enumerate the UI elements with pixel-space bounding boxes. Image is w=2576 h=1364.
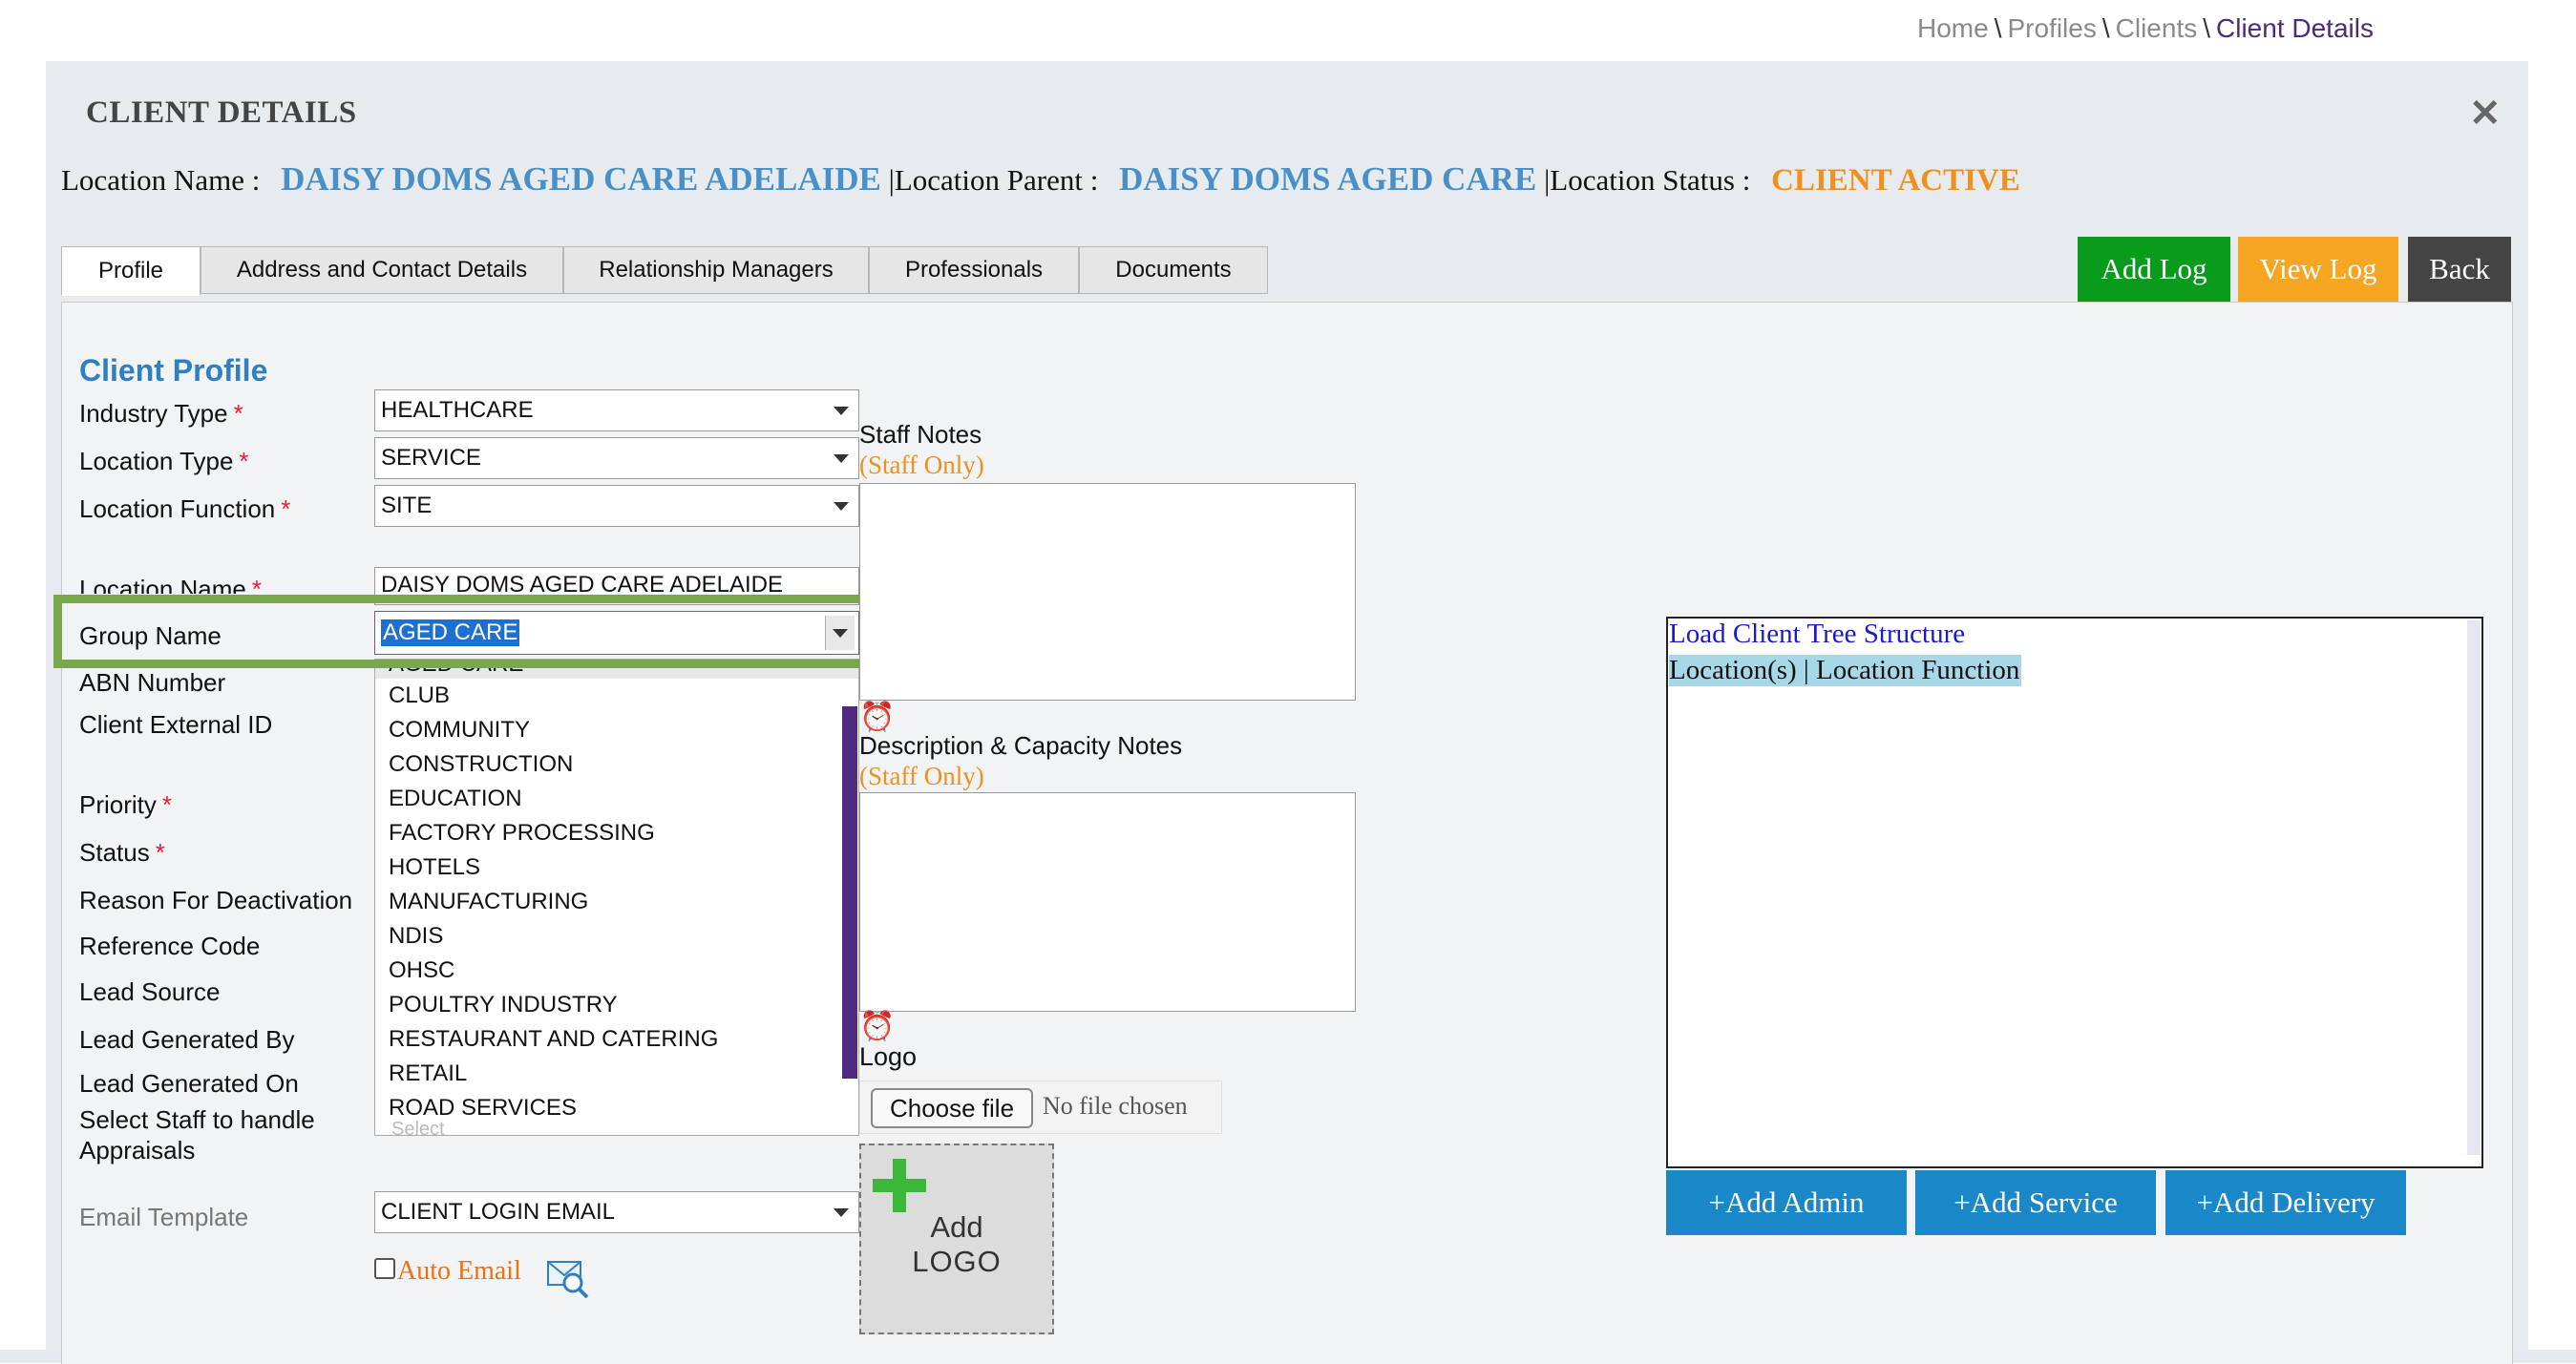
staff-notes-label: Staff Notes bbox=[859, 420, 982, 449]
location-name-value: DAISY DOMS AGED CARE ADELAIDE bbox=[281, 160, 881, 198]
add-logo-box[interactable]: Add LOGO bbox=[859, 1144, 1054, 1334]
breadcrumb-home[interactable]: Home bbox=[1917, 13, 1989, 43]
client-external-id-label: Client External ID bbox=[79, 710, 273, 739]
breadcrumb-clients[interactable]: Clients bbox=[2116, 13, 2198, 43]
dropdown-option[interactable]: HOTELS bbox=[375, 850, 858, 885]
industry-type-select[interactable]: HEALTHCARE bbox=[374, 389, 859, 431]
location-type-label: Location Type * bbox=[79, 447, 249, 475]
load-client-tree-link[interactable]: Load Client Tree Structure bbox=[1669, 619, 1965, 650]
reference-code-label: Reference Code bbox=[79, 932, 261, 960]
reason-for-deactivation-label: Reason For Deactivation bbox=[79, 886, 353, 914]
add-logo-text: Add bbox=[930, 1210, 983, 1244]
email-template-label: Email Template bbox=[79, 1203, 249, 1231]
dropdown-scrollbar[interactable] bbox=[842, 706, 857, 1079]
location-summary: Location Name : DAISY DOMS AGED CARE ADE… bbox=[61, 160, 2020, 199]
breadcrumb: Home \ Profiles \ Clients \ Client Details bbox=[1917, 13, 2374, 44]
breadcrumb-separator: \ bbox=[2203, 13, 2211, 43]
tab-documents[interactable]: Documents bbox=[1079, 246, 1268, 294]
chevron-down-icon bbox=[834, 502, 849, 511]
dropdown-option[interactable]: RESTAURANT AND CATERING bbox=[375, 1022, 858, 1057]
dropdown-option[interactable]: COMMUNITY bbox=[375, 713, 858, 747]
alarm-clock-icon[interactable]: ⏰ bbox=[859, 701, 895, 734]
dropdown-option[interactable]: EDUCATION bbox=[375, 782, 858, 816]
priority-label: Priority * bbox=[79, 790, 173, 819]
dropdown-option[interactable]: MANUFACTURING bbox=[375, 885, 858, 919]
lead-source-label: Lead Source bbox=[79, 977, 221, 1006]
back-button[interactable]: Back bbox=[2408, 237, 2511, 302]
location-type-select[interactable]: SERVICE bbox=[374, 437, 859, 479]
dropdown-arrow-button[interactable] bbox=[825, 616, 855, 650]
dropdown-option[interactable]: POULTRY INDUSTRY bbox=[375, 988, 858, 1022]
add-logo-text: LOGO bbox=[912, 1245, 1002, 1278]
email-preview-icon[interactable] bbox=[546, 1258, 590, 1305]
dropdown-option[interactable]: NDIS bbox=[375, 919, 858, 954]
close-icon[interactable]: ✕ bbox=[2469, 92, 2502, 136]
tab-relationship-managers[interactable]: Relationship Managers bbox=[563, 246, 869, 294]
no-file-chosen-text: No file chosen bbox=[1043, 1092, 1188, 1120]
tab-profile[interactable]: Profile bbox=[61, 246, 201, 296]
industry-type-label: Industry Type * bbox=[79, 399, 243, 428]
description-notes-textarea[interactable] bbox=[859, 792, 1356, 1012]
staff-only-note: (Staff Only) bbox=[859, 451, 984, 479]
plus-icon bbox=[873, 1159, 926, 1212]
add-service-button[interactable]: +Add Service bbox=[1915, 1170, 2156, 1235]
dropdown-option[interactable]: OHSC bbox=[375, 954, 858, 988]
add-delivery-button[interactable]: +Add Delivery bbox=[2165, 1170, 2406, 1235]
location-status-label: |Location Status : bbox=[1544, 163, 1751, 197]
dropdown-option[interactable]: CLUB bbox=[375, 679, 858, 713]
location-function-select[interactable]: SITE bbox=[374, 485, 859, 527]
page-title: CLIENT DETAILS bbox=[86, 95, 357, 130]
abn-number-label: ABN Number bbox=[79, 668, 226, 693]
breadcrumb-profiles[interactable]: Profiles bbox=[2007, 13, 2096, 43]
group-name-select[interactable]: AGED CARE bbox=[374, 611, 859, 655]
add-log-button[interactable]: Add Log bbox=[2078, 237, 2230, 302]
email-template-select[interactable]: CLIENT LOGIN EMAIL bbox=[374, 1191, 859, 1233]
auto-email-checkbox[interactable] bbox=[374, 1258, 395, 1279]
location-parent-label: |Location Parent : bbox=[888, 163, 1099, 197]
tree-scrollbar[interactable] bbox=[2467, 620, 2481, 1155]
tree-header: Location(s) | Location Function bbox=[1669, 655, 2022, 686]
tab-address-contact[interactable]: Address and Contact Details bbox=[201, 246, 563, 294]
dropdown-option[interactable]: RETAIL bbox=[375, 1057, 858, 1091]
group-name-dropdown-list: AGED CARE CLUB COMMUNITY CONSTRUCTION ED… bbox=[374, 659, 859, 1136]
dropdown-option[interactable]: AGED CARE bbox=[375, 660, 858, 679]
alarm-clock-icon[interactable]: ⏰ bbox=[859, 1010, 895, 1043]
description-notes-label: Description & Capacity Notes bbox=[859, 731, 1183, 760]
location-parent-value: DAISY DOMS AGED CARE bbox=[1119, 160, 1537, 198]
breadcrumb-separator: \ bbox=[2101, 13, 2110, 43]
logo-label: Logo bbox=[859, 1042, 918, 1071]
status-label: Status * bbox=[79, 838, 165, 867]
select-staff-label: Select Staff to handle bbox=[79, 1105, 315, 1134]
choose-file-button[interactable]: Choose file bbox=[871, 1088, 1033, 1128]
tab-professionals[interactable]: Professionals bbox=[869, 246, 1079, 294]
client-profile-heading: Client Profile bbox=[79, 353, 268, 388]
location-status-value: CLIENT ACTIVE bbox=[1771, 163, 2020, 198]
appraisals-label: Appraisals bbox=[79, 1136, 196, 1165]
lead-generated-by-label: Lead Generated By bbox=[79, 1025, 295, 1054]
chevron-down-icon bbox=[834, 1208, 849, 1217]
location-name-label: Location Name : bbox=[61, 163, 261, 197]
breadcrumb-current: Client Details bbox=[2216, 13, 2374, 43]
group-name-label: Group Name bbox=[79, 621, 222, 650]
add-admin-button[interactable]: +Add Admin bbox=[1666, 1170, 1907, 1235]
breadcrumb-separator: \ bbox=[1994, 13, 2002, 43]
chevron-down-icon bbox=[834, 407, 849, 415]
location-name-input[interactable]: DAISY DOMS AGED CARE ADELAIDE bbox=[374, 567, 859, 605]
location-function-label: Location Function * bbox=[79, 494, 291, 523]
chevron-down-icon bbox=[833, 629, 848, 638]
location-name-label-field: Location Name * bbox=[79, 575, 263, 594]
client-tree-panel bbox=[1666, 617, 2483, 1168]
auto-email-label: Auto Email bbox=[397, 1256, 521, 1286]
dropdown-option[interactable]: FACTORY PROCESSING bbox=[375, 816, 858, 850]
select-staff-placeholder: Select bbox=[391, 1119, 445, 1136]
chevron-down-icon bbox=[834, 454, 849, 463]
lead-generated-on-label: Lead Generated On bbox=[79, 1069, 299, 1098]
view-log-button[interactable]: View Log bbox=[2238, 237, 2398, 302]
staff-notes-textarea[interactable] bbox=[859, 483, 1356, 701]
dropdown-option[interactable]: CONSTRUCTION bbox=[375, 747, 858, 782]
dropdown-option[interactable]: ROAD SERVICES bbox=[375, 1091, 858, 1125]
description-staff-only-note: (Staff Only) bbox=[859, 762, 984, 790]
